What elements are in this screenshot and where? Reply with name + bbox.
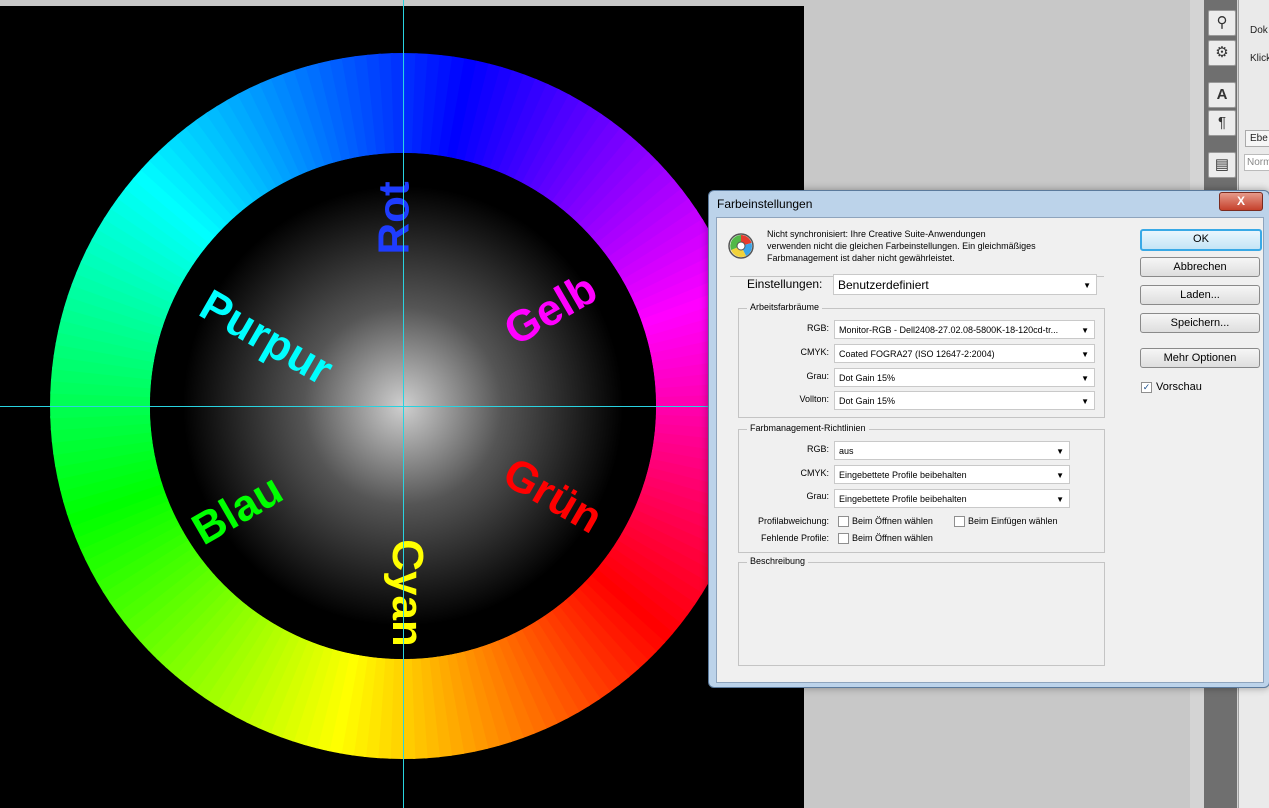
panel-doc-label: Dok [1250,25,1268,36]
pol-rgb-label: RGB: [806,444,829,454]
mismatch-label: Profilabweichung: [757,516,829,526]
ws-spot-value: Dot Gain 15% [839,396,896,406]
ws-cmyk-value: Coated FOGRA27 (ISO 12647-2:2004) [839,349,995,359]
dialog-body: Nicht synchronisiert: Ihre Creative Suit… [716,217,1264,683]
paragraph-panel-icon[interactable]: ¶ [1208,110,1236,136]
missing-label: Fehlende Profile: [760,533,829,543]
ws-gray-label: Grau: [806,371,829,381]
ws-gray-select[interactable]: Dot Gain 15% ▼ [834,368,1095,387]
policies-title: Farbmanagement-Richtlinien [747,423,869,433]
ws-spot-select[interactable]: Dot Gain 15% ▼ [834,391,1095,410]
mismatch-open-label: Beim Öffnen wählen [852,516,933,526]
vertical-guide[interactable] [403,0,404,808]
label-cyan: Cyan [382,539,432,647]
mismatch-paste-checkbox[interactable] [954,516,965,527]
ws-cmyk-select[interactable]: Coated FOGRA27 (ISO 12647-2:2004) ▼ [834,344,1095,363]
character-panel-icon[interactable]: A [1208,82,1236,108]
clone-source-icon[interactable]: ⚲ [1208,10,1236,36]
chevron-down-icon: ▼ [1081,326,1089,335]
pol-cmyk-select[interactable]: Eingebettete Profile beibehalten ▼ [834,465,1070,484]
chevron-down-icon: ▼ [1081,397,1089,406]
ws-rgb-value: Monitor-RGB - Dell2408-27.02.08-5800K-18… [839,325,1059,335]
document-canvas[interactable]: Rot Gelb Grün Cyan Blau Purpur [0,6,804,808]
mismatch-open-checkbox[interactable] [838,516,849,527]
pol-rgb-value: aus [839,446,854,456]
settings-value: Benutzerdefiniert [838,278,929,292]
chevron-down-icon: ▼ [1056,447,1064,456]
sync-message-line3: Farbmanagement ist daher nicht gewährlei… [767,253,955,263]
load-button[interactable]: Laden... [1140,285,1260,305]
chevron-down-icon: ▼ [1081,374,1089,383]
chevron-down-icon: ▼ [1056,471,1064,480]
ws-gray-value: Dot Gain 15% [839,373,896,383]
ws-spot-label: Vollton: [799,394,829,404]
pol-cmyk-label: CMYK: [800,468,829,478]
cancel-button[interactable]: Abbrechen [1140,257,1260,277]
mismatch-paste-label: Beim Einfügen wählen [968,516,1058,526]
pol-gray-value: Eingebettete Profile beibehalten [839,494,967,504]
working-spaces-title: Arbeitsfarbräume [747,302,823,312]
missing-open-label: Beim Öffnen wählen [852,533,933,543]
pol-gray-label: Grau: [806,491,829,501]
description-group [738,562,1105,666]
panel-click-label: Klick [1250,53,1269,64]
label-rot: Rot [369,181,419,255]
pol-cmyk-value: Eingebettete Profile beibehalten [839,470,967,480]
close-button[interactable]: X [1219,192,1263,211]
missing-open-checkbox[interactable] [838,533,849,544]
chevron-down-icon: ▼ [1083,281,1091,290]
settings-select[interactable]: Benutzerdefiniert ▼ [833,274,1097,295]
more-options-button[interactable]: Mehr Optionen [1140,348,1260,368]
sync-warning-icon [728,233,754,259]
chevron-down-icon: ▼ [1081,350,1089,359]
settings-label: Einstellungen: [743,277,827,291]
tool-presets-icon[interactable]: ⚙ [1208,40,1236,66]
ws-rgb-label: RGB: [806,323,829,333]
preview-label: Vorschau [1156,381,1202,393]
ws-rgb-select[interactable]: Monitor-RGB - Dell2408-27.02.08-5800K-18… [834,320,1095,339]
dialog-title: Farbeinstellungen [717,197,813,211]
blend-mode-select[interactable]: Norm [1244,154,1269,171]
description-title: Beschreibung [747,556,809,566]
chevron-down-icon: ▼ [1056,495,1064,504]
save-button[interactable]: Speichern... [1140,313,1260,333]
preview-checkbox[interactable]: ✓ [1141,382,1152,393]
color-wheel-graphic [50,53,757,760]
ok-button[interactable]: OK [1140,229,1262,251]
notes-panel-icon[interactable]: ▤ [1208,152,1236,178]
pol-rgb-select[interactable]: aus ▼ [834,441,1070,460]
sync-message-line2: verwenden nicht die gleichen Farbeinstel… [767,241,1036,251]
pol-gray-select[interactable]: Eingebettete Profile beibehalten ▼ [834,489,1070,508]
sync-message-line1: Nicht synchronisiert: Ihre Creative Suit… [767,229,986,239]
color-settings-dialog: Farbeinstellungen X Nicht synchronisiert… [708,190,1269,688]
ws-cmyk-label: CMYK: [800,347,829,357]
layers-tab[interactable]: Ebe [1245,130,1269,147]
